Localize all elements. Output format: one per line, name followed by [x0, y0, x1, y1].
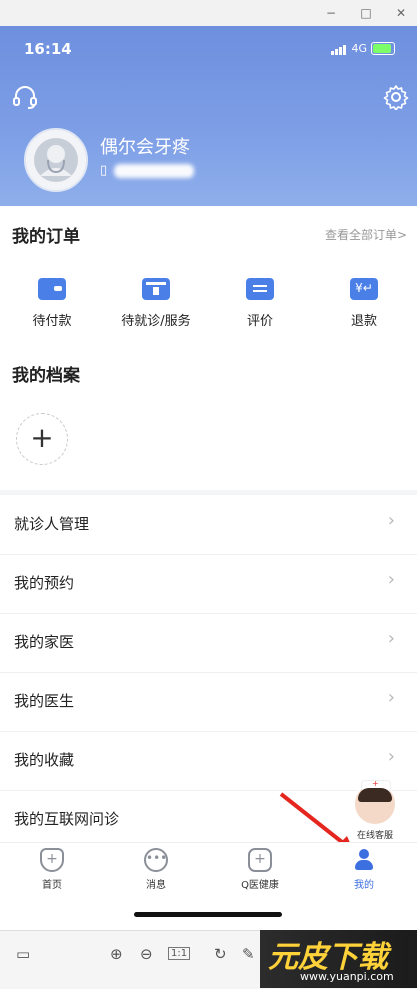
- tab-health[interactable]: + Q医健康: [215, 848, 305, 891]
- order-label: 评价: [246, 314, 273, 329]
- orders-title: 我的订单: [12, 227, 80, 247]
- doctor-avatar-icon: [34, 138, 78, 182]
- view-all-orders-link[interactable]: 查看全部订单>: [325, 226, 407, 243]
- wallet-icon: [38, 278, 66, 300]
- gear-icon[interactable]: [383, 84, 409, 110]
- status-time: 16:14: [24, 40, 72, 58]
- sidebar-toggle-icon[interactable]: ▭: [16, 945, 30, 963]
- edit-icon[interactable]: ✎: [242, 945, 255, 963]
- menu-item-appointments[interactable]: 我的预约 ›: [0, 554, 417, 614]
- menu-item-patient-management[interactable]: 就诊人管理 ›: [0, 495, 417, 555]
- avatar[interactable]: [24, 128, 88, 192]
- tab-label: Q医健康: [241, 880, 279, 891]
- menu-label: 我的医生: [14, 692, 75, 710]
- home-indicator: [134, 912, 282, 917]
- calendar-icon: [142, 278, 170, 300]
- order-label: 待就诊/服务: [121, 314, 191, 329]
- order-pending-payment[interactable]: 待付款: [2, 278, 102, 329]
- tab-label: 消息: [146, 880, 166, 891]
- minimize-icon[interactable]: −: [320, 4, 342, 22]
- network-label: 4G: [351, 42, 367, 55]
- close-icon[interactable]: ✕: [390, 4, 412, 22]
- tab-mine[interactable]: 我的: [319, 848, 409, 891]
- phone-icon: ▯: [100, 163, 108, 178]
- order-review[interactable]: 评价: [210, 278, 310, 329]
- menu-item-my-doctors[interactable]: 我的医生 ›: [0, 672, 417, 732]
- rotate-icon[interactable]: ↻: [214, 945, 227, 963]
- chevron-right-icon: ›: [387, 510, 395, 531]
- order-label: 退款: [350, 314, 377, 329]
- maximize-icon[interactable]: □: [355, 4, 377, 22]
- refund-icon: ¥↵: [350, 278, 378, 300]
- watermark-url: www.yuanpi.com: [300, 970, 394, 983]
- chevron-right-icon: ›: [387, 628, 395, 649]
- headset-icon[interactable]: [12, 84, 38, 110]
- signal-icon: [331, 42, 347, 55]
- tab-label: 我的: [354, 880, 374, 891]
- actual-size-button[interactable]: 1:1: [168, 947, 191, 960]
- comment-icon: [246, 278, 274, 300]
- menu-item-family-doctor[interactable]: 我的家医 ›: [0, 613, 417, 673]
- add-file-button[interactable]: +: [16, 413, 68, 465]
- menu-label: 我的互联网问诊: [14, 810, 120, 828]
- zoom-in-icon[interactable]: ⊕: [110, 945, 123, 963]
- tab-messages[interactable]: ••• 消息: [111, 848, 201, 891]
- redacted-phone: [114, 164, 194, 178]
- menu-label: 就诊人管理: [14, 515, 90, 533]
- tab-home[interactable]: + 首页: [7, 848, 97, 891]
- order-pending-visit[interactable]: 待就诊/服务: [106, 278, 206, 329]
- shield-plus-icon: +: [40, 848, 64, 872]
- chevron-right-icon: ›: [387, 746, 395, 767]
- battery-icon: [371, 42, 395, 55]
- menu-label: 我的预约: [14, 574, 75, 592]
- chevron-right-icon: ›: [387, 687, 395, 708]
- health-plus-icon: +: [248, 848, 272, 872]
- user-icon: [352, 848, 376, 872]
- status-indicators: 4G: [331, 42, 395, 55]
- order-refund[interactable]: ¥↵ 退款: [314, 278, 414, 329]
- zoom-out-icon[interactable]: ⊖: [140, 945, 153, 963]
- menu-label: 我的家医: [14, 633, 75, 651]
- chevron-right-icon: ›: [387, 569, 395, 590]
- username: 偶尔会牙疼: [100, 137, 190, 158]
- chat-dots-icon: •••: [144, 848, 168, 872]
- tab-label: 首页: [42, 880, 62, 891]
- order-label: 待付款: [32, 314, 72, 329]
- files-title: 我的档案: [12, 366, 80, 386]
- menu-label: 我的收藏: [14, 751, 75, 769]
